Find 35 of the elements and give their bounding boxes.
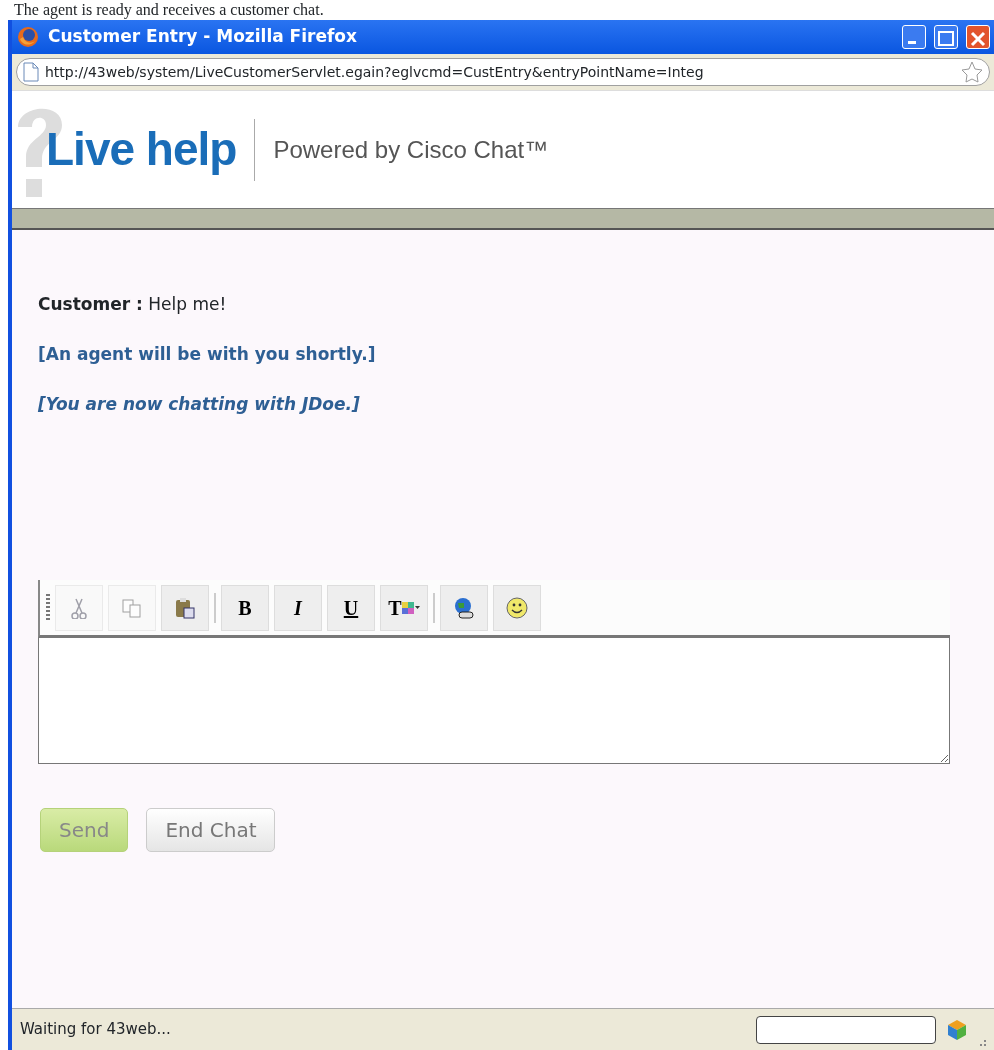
message-input[interactable]: [38, 638, 950, 764]
tagline: Powered by Cisco Chat™: [273, 134, 549, 165]
bold-button[interactable]: B: [221, 584, 269, 631]
end-chat-button[interactable]: End Chat: [146, 808, 276, 852]
globe-link-icon: [453, 596, 475, 619]
maximize-button[interactable]: [934, 25, 958, 49]
cube-icon: [946, 1018, 968, 1041]
resize-grip-icon: [978, 1038, 986, 1046]
status-text: Waiting for 43web...: [20, 1019, 171, 1041]
status-message: [You are now chatting with JDoe.]: [38, 393, 361, 416]
toolbar-grip: [46, 593, 50, 622]
chat-message: Customer : Help me!: [38, 293, 228, 316]
textcolor-button[interactable]: T: [380, 584, 428, 631]
color-swatch-icon: [401, 599, 420, 616]
firefox-icon: [16, 25, 40, 49]
url-text: http://43web/system/LiveCustomerServlet.egain?eglvcmd=CustEntry&entryPointName=Integ: [45, 62, 705, 82]
italic-button[interactable]: I: [274, 584, 322, 631]
link-button[interactable]: [440, 584, 488, 631]
page-icon: [23, 62, 39, 82]
paste-button[interactable]: [161, 584, 209, 631]
clipboard-icon: [174, 596, 196, 619]
minimize-icon: [908, 41, 916, 44]
system-message: [An agent will be with you shortly.]: [38, 343, 377, 366]
caption-text: The agent is ready and receives a customer chat.: [13, 0, 325, 20]
cut-icon: [68, 596, 90, 619]
close-button[interactable]: [966, 25, 990, 49]
minimize-button[interactable]: [902, 25, 926, 49]
address-bar[interactable]: http://43web/system/LiveCustomerServlet.egain?eglvcmd=CustEntry&entryPointName=Integ: [16, 58, 990, 86]
star-icon[interactable]: [961, 61, 983, 83]
logo-text: Live help: [46, 122, 237, 177]
copy-icon: [121, 596, 143, 619]
smiley-icon: [506, 596, 528, 619]
underline-button[interactable]: U: [327, 584, 375, 631]
smiley-button[interactable]: [493, 584, 541, 631]
window-title: Customer Entry - Mozilla Firefox: [48, 25, 358, 49]
